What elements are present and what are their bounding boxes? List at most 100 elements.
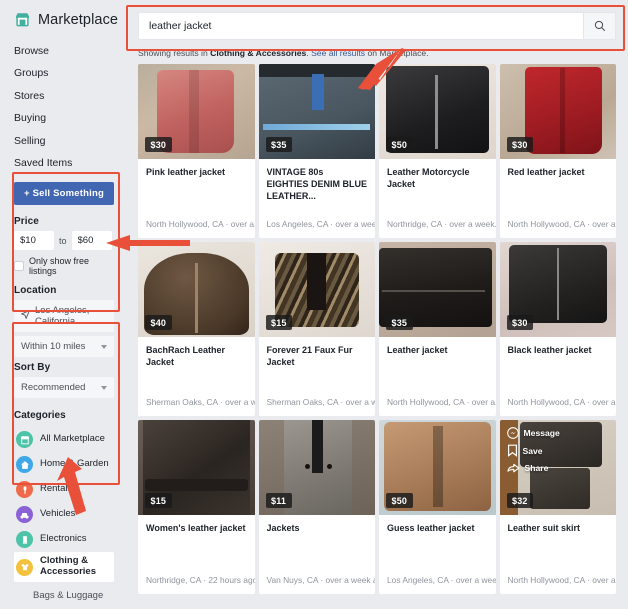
listing-image: $50 (379, 64, 496, 159)
phone-icon (16, 531, 33, 548)
listing-card[interactable]: $35 Leather jacket North Hollywood, CA ·… (379, 242, 496, 416)
listing-card[interactable]: $30 Pink leather jacket North Hollywood,… (138, 64, 255, 238)
listing-meta: North Hollywood, CA · over a... (138, 219, 255, 238)
category-home-garden[interactable]: Home & Garden (14, 452, 114, 477)
search-button[interactable] (583, 13, 615, 39)
category-all-marketplace[interactable]: All Marketplace (14, 427, 114, 452)
listing-meta: Northridge, CA · 22 hours ago (138, 575, 255, 594)
sidebar: Marketplace Browse Groups Stores Buying … (0, 0, 128, 609)
listing-body: BachRach Leather Jacket (138, 337, 255, 397)
listing-card[interactable]: Message Save Share (500, 420, 617, 594)
free-listings-row[interactable]: Only show free listings (14, 256, 114, 276)
listing-card[interactable]: $11 Jackets Van Nuys, CA · over a week a… (259, 420, 376, 594)
nav-item-browse[interactable]: Browse (14, 40, 128, 63)
nav-item-stores[interactable]: Stores (14, 85, 128, 108)
listing-meta: North Hollywood, CA · over a... (500, 575, 617, 594)
listing-card[interactable]: $30 Red leather jacket North Hollywood, … (500, 64, 617, 238)
nav-item-selling[interactable]: Selling (14, 130, 128, 153)
category-clothing-accessories[interactable]: Clothing & Accessories (14, 552, 114, 582)
listing-body: Women's leather jacket (138, 515, 255, 575)
location-value: Los Angeles, California (35, 305, 107, 327)
listing-meta: Los Angeles, CA · over a wee... (379, 575, 496, 594)
listing-title: Leather suit skirt (508, 523, 609, 535)
listing-meta: North Hollywood, CA · over a... (379, 397, 496, 416)
category-label: Home & Garden (40, 459, 109, 470)
listing-title: Leather Motorcycle Jacket (387, 167, 488, 191)
results-prefix: Showing results in (138, 48, 210, 58)
category-label: All Marketplace (40, 434, 105, 445)
listing-body: Red leather jacket (500, 159, 617, 219)
listing-card[interactable]: $15 Women's leather jacket Northridge, C… (138, 420, 255, 594)
listing-title: Women's leather jacket (146, 523, 247, 535)
listing-price: $35 (266, 137, 293, 152)
listing-price: $11 (266, 493, 292, 508)
results-suffix: on Marketplace. (365, 48, 429, 58)
share-label: Share (525, 463, 549, 473)
listing-image: $35 (259, 64, 376, 159)
see-all-results-link[interactable]: See all results (311, 48, 365, 58)
category-vehicles[interactable]: Vehicles (14, 502, 114, 527)
search-bar[interactable] (138, 12, 616, 40)
listing-title: Jackets (267, 523, 368, 535)
sort-by-select[interactable]: Recommended (14, 377, 114, 398)
share-action[interactable]: Share (507, 462, 617, 474)
category-label: Electronics (40, 534, 86, 545)
listing-image: $15 (259, 242, 376, 337)
subcategory-bags-luggage[interactable]: Bags & Luggage (33, 585, 114, 606)
tshirt-icon (16, 559, 33, 576)
sell-something-button[interactable]: + Sell Something (14, 182, 114, 205)
listing-price: $15 (145, 493, 172, 508)
categories-title: Categories (14, 410, 114, 421)
free-listings-label: Only show free listings (29, 256, 114, 276)
category-electronics[interactable]: Electronics (14, 527, 114, 552)
category-label: Vehicles (40, 509, 75, 520)
listing-image: $30 (500, 242, 617, 337)
listing-image: $15 (138, 420, 255, 515)
listing-card[interactable]: $35 VINTAGE 80s EIGHTIES DENIM BLUE LEAT… (259, 64, 376, 238)
listing-card[interactable]: $50 Guess leather jacket Los Angeles, CA… (379, 420, 496, 594)
nav-item-groups[interactable]: Groups (14, 63, 128, 86)
listing-image: $11 (259, 420, 376, 515)
share-arrow-icon (507, 462, 520, 474)
sort-by-label: Sort By (14, 362, 114, 373)
home-icon (16, 456, 33, 473)
listing-title: VINTAGE 80s EIGHTIES DENIM BLUE LEATHER.… (267, 167, 368, 203)
price-to-label: to (59, 236, 67, 246)
nav-item-saved-items[interactable]: Saved Items (14, 153, 128, 176)
search-icon (594, 20, 606, 32)
listing-price: $30 (507, 137, 534, 152)
listing-body: VINTAGE 80s EIGHTIES DENIM BLUE LEATHER.… (259, 159, 376, 219)
category-rentals[interactable]: Rentals (14, 477, 114, 502)
results-header: Showing results in Clothing & Accessorie… (132, 40, 622, 64)
listing-body: Forever 21 Faux Fur Jacket (259, 337, 376, 397)
listing-card[interactable]: $30 Black leather jacket North Hollywood… (500, 242, 617, 416)
listing-title: Leather jacket (387, 345, 488, 357)
price-min-input[interactable] (14, 231, 54, 250)
listing-meta: Sherman Oaks, CA · over a w... (138, 397, 255, 416)
location-input[interactable]: Los Angeles, California (14, 300, 114, 332)
listings-grid: $30 Pink leather jacket North Hollywood,… (132, 64, 622, 594)
save-label: Save (523, 446, 543, 456)
radius-select[interactable]: Within 10 miles (14, 336, 114, 357)
messenger-icon (507, 427, 519, 439)
listing-body: Leather jacket (379, 337, 496, 397)
listing-card[interactable]: $50 Leather Motorcycle Jacket Northridge… (379, 64, 496, 238)
search-input[interactable] (139, 13, 583, 39)
listing-price: $32 (507, 493, 534, 508)
listing-meta: Los Angeles, CA · over a wee... (259, 219, 376, 238)
save-action[interactable]: Save (507, 444, 617, 457)
listing-image: $40 (138, 242, 255, 337)
listing-card[interactable]: $40 BachRach Leather Jacket Sherman Oaks… (138, 242, 255, 416)
listing-image: Message Save Share (500, 420, 617, 515)
message-action[interactable]: Message (507, 427, 617, 439)
results-category: Clothing & Accessories (210, 48, 306, 58)
free-listings-checkbox[interactable] (14, 261, 24, 271)
listing-meta: Van Nuys, CA · over a week a... (259, 575, 376, 594)
listing-card[interactable]: $15 Forever 21 Faux Fur Jacket Sherman O… (259, 242, 376, 416)
listing-title: Forever 21 Faux Fur Jacket (267, 345, 368, 369)
location-pin-icon (21, 310, 30, 322)
price-max-input[interactable] (72, 231, 112, 250)
nav-item-buying[interactable]: Buying (14, 108, 128, 131)
rental-key-icon (16, 481, 33, 498)
listing-price: $35 (386, 315, 413, 330)
